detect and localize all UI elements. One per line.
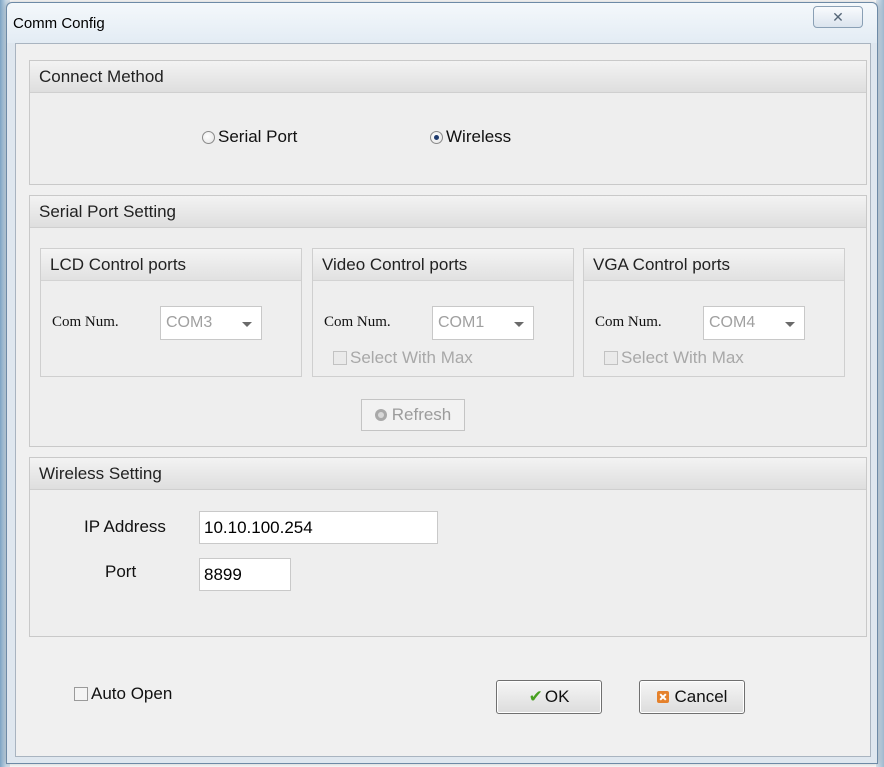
connect-method-header: Connect Method xyxy=(30,61,866,93)
serial-port-setting-header: Serial Port Setting xyxy=(30,196,866,228)
refresh-label: Refresh xyxy=(391,405,452,424)
auto-open-label: Auto Open xyxy=(91,684,173,703)
vga-com-select[interactable]: COM4 xyxy=(703,306,805,340)
chevron-down-icon[interactable] xyxy=(785,322,795,327)
video-select-with-max-checkbox[interactable]: Select With Max xyxy=(333,348,473,368)
radio-serial-port[interactable]: Serial Port xyxy=(202,127,297,147)
refresh-icon xyxy=(374,409,387,421)
title-bar[interactable]: Comm Config ✕ xyxy=(7,3,877,43)
auto-open-checkbox[interactable]: Auto Open xyxy=(74,684,172,704)
lcd-control-ports-group: LCD Control ports Com Num. COM3 xyxy=(40,248,302,377)
vga-select-with-max-box[interactable] xyxy=(604,351,618,365)
comm-config-window: Comm Config ✕ Connect Method Serial Port… xyxy=(6,2,878,764)
chevron-down-icon[interactable] xyxy=(242,322,252,327)
ip-address-input[interactable] xyxy=(199,511,438,544)
lcd-control-ports-header: LCD Control ports xyxy=(41,249,301,281)
vga-com-num-label: Com Num. xyxy=(595,314,662,330)
connect-method-group: Connect Method Serial Port Wireless xyxy=(29,60,867,185)
vga-select-with-max-checkbox[interactable]: Select With Max xyxy=(604,348,744,368)
chevron-down-icon[interactable] xyxy=(514,322,524,327)
checkmark-icon: ✔ xyxy=(528,687,543,706)
video-control-ports-header: Video Control ports xyxy=(313,249,573,281)
radio-wireless[interactable]: Wireless xyxy=(430,127,511,147)
wireless-setting-group: Wireless Setting IP Address Port xyxy=(29,457,867,637)
video-com-select[interactable]: COM1 xyxy=(432,306,534,340)
port-label: Port xyxy=(105,562,137,581)
window-title: Comm Config xyxy=(13,15,105,32)
vga-control-ports-header: VGA Control ports xyxy=(584,249,844,281)
video-com-value: COM1 xyxy=(438,314,485,331)
serial-port-setting-group: Serial Port Setting LCD Control ports Co… xyxy=(29,195,867,447)
video-com-num-label: Com Num. xyxy=(324,314,391,330)
lcd-com-num-label: Com Num. xyxy=(52,314,119,330)
video-select-with-max-box[interactable] xyxy=(333,351,347,365)
cancel-button[interactable]: Cancel xyxy=(639,680,745,714)
cancel-label: Cancel xyxy=(674,687,728,706)
ok-label: OK xyxy=(544,687,570,706)
video-control-ports-group: Video Control ports Com Num. COM1 Select… xyxy=(312,248,574,377)
lcd-com-select[interactable]: COM3 xyxy=(160,306,262,340)
refresh-button[interactable]: Refresh xyxy=(361,399,465,431)
vga-control-ports-group: VGA Control ports Com Num. COM4 Select W… xyxy=(583,248,845,377)
ok-button[interactable]: ✔ OK xyxy=(496,680,602,714)
lcd-com-value: COM3 xyxy=(166,314,213,331)
radio-serial-port-indicator[interactable] xyxy=(202,130,215,144)
video-select-with-max-label: Select With Max xyxy=(350,348,473,367)
cancel-icon xyxy=(656,691,669,703)
ip-address-label: IP Address xyxy=(84,517,166,536)
radio-wireless-label: Wireless xyxy=(446,127,512,146)
wireless-setting-header: Wireless Setting xyxy=(30,458,866,490)
dialog-client-area: Connect Method Serial Port Wireless Seri… xyxy=(15,43,871,757)
vga-select-with-max-label: Select With Max xyxy=(621,348,744,367)
radio-wireless-indicator[interactable] xyxy=(430,130,443,144)
radio-serial-port-label: Serial Port xyxy=(218,127,298,146)
close-button[interactable]: ✕ xyxy=(813,6,863,28)
port-input[interactable] xyxy=(199,558,291,591)
vga-com-value: COM4 xyxy=(709,314,756,331)
auto-open-box[interactable] xyxy=(74,687,88,701)
close-icon: ✕ xyxy=(832,8,844,25)
